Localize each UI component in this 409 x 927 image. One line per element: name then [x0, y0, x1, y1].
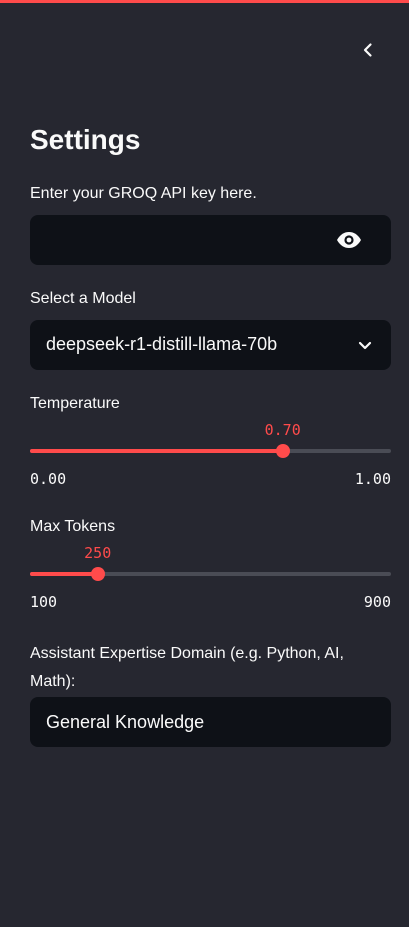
top-accent-bar [0, 0, 409, 3]
collapse-sidebar-button[interactable] [354, 36, 382, 64]
slider-thumb[interactable] [90, 567, 105, 581]
max-tokens-min: 100 [30, 593, 58, 611]
model-label: Select a Model [30, 290, 136, 307]
max-tokens-max: 900 [363, 593, 391, 611]
temperature-value: 0.70 [264, 421, 301, 439]
show-password-button[interactable] [335, 227, 363, 253]
model-select[interactable]: deepseek-r1-distill-llama-70b [30, 320, 391, 370]
slider-fill [30, 572, 98, 576]
temperature-label: Temperature [30, 395, 120, 412]
eye-icon [337, 232, 361, 248]
domain-input[interactable] [30, 697, 391, 747]
domain-label: Assistant Expertise Domain (e.g. Python,… [30, 645, 344, 690]
slider-fill [30, 449, 283, 453]
temperature-slider[interactable] [30, 441, 391, 461]
slider-thumb[interactable] [275, 444, 290, 458]
temperature-min: 0.00 [30, 470, 67, 488]
model-selected-value: deepseek-r1-distill-llama-70b [46, 334, 278, 354]
page-title: Settings [30, 124, 141, 155]
temperature-max: 1.00 [354, 470, 391, 488]
chevron-down-icon [358, 341, 372, 350]
api-key-label: Enter your GROQ API key here. [30, 185, 257, 202]
max-tokens-slider[interactable] [30, 564, 391, 584]
api-key-input[interactable] [30, 215, 330, 265]
api-key-field [30, 215, 391, 265]
domain-field [30, 697, 391, 747]
chevron-left-icon [363, 43, 372, 57]
max-tokens-label: Max Tokens [30, 518, 116, 535]
max-tokens-value: 250 [84, 544, 112, 562]
